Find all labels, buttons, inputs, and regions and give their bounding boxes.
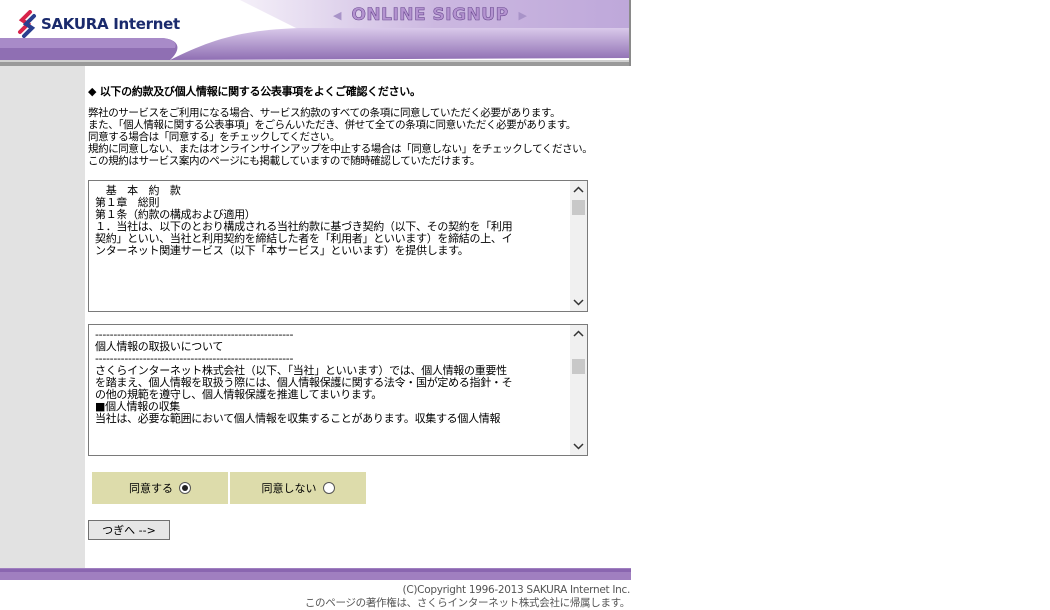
sakura-s-icon (18, 10, 36, 38)
scroll-up-icon[interactable] (570, 325, 587, 342)
left-sidebar (0, 66, 85, 568)
sakura-logo[interactable]: SAKURA Internet (16, 10, 180, 38)
privacy-textarea[interactable]: ----------------------------------------… (88, 324, 588, 456)
intro-line: 同意する場合は「同意する」をチェックしてください。 (88, 131, 340, 143)
agreement-choice: 同意する 同意しない (92, 472, 368, 504)
terms-scrollbar[interactable] (570, 181, 587, 311)
next-button[interactable]: つぎへ --> (88, 520, 170, 540)
disagree-label: 同意しない (261, 482, 317, 495)
left-arrow-icon: ◀ (332, 8, 342, 22)
scroll-down-icon[interactable] (570, 294, 587, 311)
terms-textarea[interactable]: 基 本 約 款 第１章 総則 第１条（約款の構成および適用） １．当社は、以下の… (88, 180, 588, 312)
intro-line: 規約に同意しない、またはオンラインサインアップを中止する場合は「同意しない」をチ… (88, 143, 593, 155)
copyright-line: このページの著作権は、さくらインターネット株式会社に帰属します。 (304, 597, 630, 609)
section-heading: ◆ 以下の約款及び個人情報に関する公表事項をよくご確認ください。 (88, 85, 421, 98)
privacy-line: 当社は、必要な範囲において個人情報を収集することがあります。収集する個人情報 (95, 412, 501, 425)
intro-text: 弊社のサービスをご利用になる場合、サービス約款のすべての条項に同意していただく必… (88, 107, 593, 167)
scroll-thumb[interactable] (572, 359, 585, 374)
agree-label: 同意する (129, 482, 173, 495)
logo-text: SAKURA Internet (41, 15, 180, 33)
copyright: (C)Copyright 1996-2013 SAKURA Internet I… (305, 584, 630, 610)
scroll-up-icon[interactable] (570, 181, 587, 198)
terms-line: ンターネット関連サービス（以下「本サービス」といいます）を提供します。 (95, 244, 469, 257)
footer-bar-accent (0, 569, 631, 572)
page-title: ONLINE SIGNUP (351, 5, 509, 26)
terms-line: 基 本 約 款 (95, 184, 181, 197)
intro-line: この規約はサービス案内のページにも掲載していますので随時確認していただけます。 (88, 155, 481, 167)
scroll-down-icon[interactable] (570, 438, 587, 455)
right-arrow-icon: ▶ (518, 8, 528, 22)
privacy-scrollbar[interactable] (570, 325, 587, 455)
online-signup-title: ◀ ONLINE SIGNUP ▶ (320, 3, 540, 27)
disagree-option[interactable]: 同意しない (230, 472, 366, 504)
privacy-text: ----------------------------------------… (89, 325, 570, 455)
terms-text: 基 本 約 款 第１章 総則 第１条（約款の構成および適用） １．当社は、以下の… (89, 181, 570, 311)
agree-radio[interactable] (179, 482, 191, 494)
disagree-radio[interactable] (322, 482, 335, 494)
page-header: SAKURA Internet ◀ ONLINE SIGNUP ▶ (0, 0, 631, 66)
intro-line: 弊社のサービスをご利用になる場合、サービス約款のすべての条項に同意していただく必… (88, 107, 561, 119)
copyright-line: (C)Copyright 1996-2013 SAKURA Internet I… (402, 584, 631, 596)
intro-line: また、「個人情報に関する公表事項」をごらんいただき、併せて全ての条項に同意いただ… (88, 119, 576, 131)
scroll-thumb[interactable] (572, 200, 585, 215)
agree-option[interactable]: 同意する (92, 472, 228, 504)
